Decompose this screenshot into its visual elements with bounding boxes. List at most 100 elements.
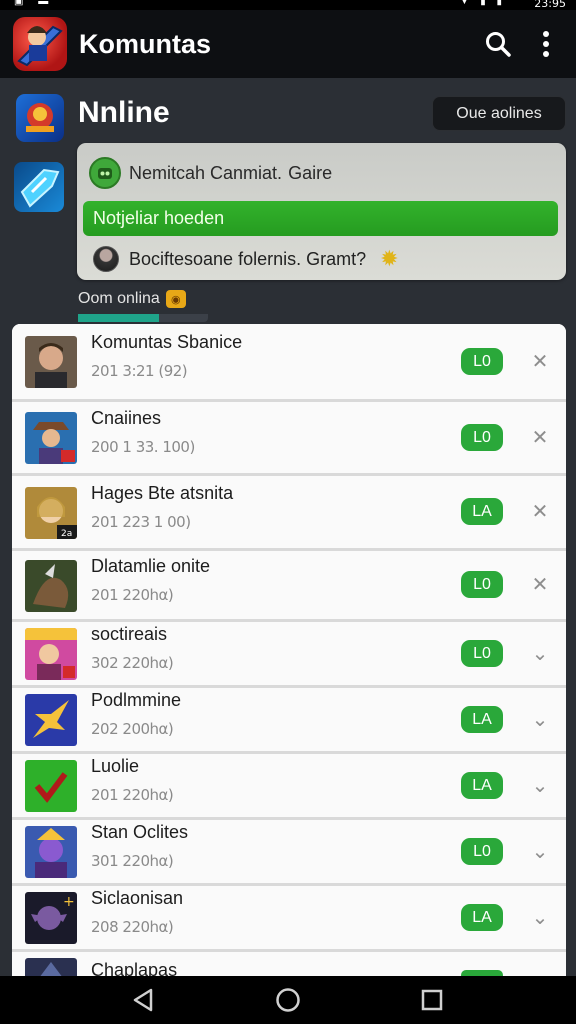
list-item[interactable]: Cnaiines 200 1 33. 100) L0 ✕: [12, 402, 566, 476]
status-badge[interactable]: LA: [461, 498, 503, 525]
dismiss-button[interactable]: ⌄: [526, 903, 554, 931]
game-name: Cnaiines: [91, 408, 162, 428]
svg-text:2a: 2a: [61, 529, 72, 539]
status-badge[interactable]: LA: [461, 904, 503, 931]
game-meta: 301 220hα): [91, 852, 174, 870]
notification-message: Bociftesoane folernis. Gramt? ✹: [93, 241, 399, 277]
game-name: Stan Oclites: [91, 822, 189, 842]
game-thumbnail: [25, 560, 77, 612]
dismiss-button[interactable]: ✕: [526, 497, 554, 525]
notification-sender: Nemitcah Canmiat.: [129, 162, 283, 183]
close-icon: ✕: [531, 573, 549, 596]
online-count: Oom onlina ◉: [78, 286, 186, 312]
close-icon: ✕: [531, 426, 549, 449]
list-item[interactable]: + Siclaonisan 208 220hα) LA ⌄: [12, 886, 566, 952]
notification-text: Bociftesoane folernis. Gramt?: [129, 248, 367, 269]
status-badge[interactable]: L0: [461, 838, 503, 865]
game-meta: 202 200hα): [91, 720, 174, 738]
search-button[interactable]: [476, 22, 520, 66]
game-name: Luolie: [91, 756, 140, 776]
section-title: Nnline: [78, 96, 170, 129]
game-name: Dlatamlie onite: [91, 556, 211, 576]
list-item[interactable]: Podlmmine 202 200hα) LA ⌄: [12, 688, 566, 754]
game-thumbnail: [25, 412, 77, 464]
status-badge[interactable]: L0: [461, 424, 503, 451]
app-logo[interactable]: [13, 17, 67, 71]
more-vert-icon: [543, 31, 549, 57]
close-icon: ⌄: [531, 708, 549, 731]
game-name: Chaplapas: [91, 960, 178, 976]
online-progress-bar: [78, 314, 208, 322]
dismiss-button[interactable]: ⌄: [526, 771, 554, 799]
search-icon: [486, 32, 511, 57]
dismiss-button[interactable]: ✕: [526, 969, 554, 977]
game-thumbnail: 2a: [25, 487, 77, 539]
game-thumbnail: [25, 958, 77, 976]
recents-button[interactable]: [416, 986, 448, 1014]
home-button[interactable]: [272, 986, 304, 1014]
dismiss-button[interactable]: ⌄: [526, 705, 554, 733]
avatar: [93, 246, 119, 272]
dismiss-button[interactable]: ⌄: [526, 639, 554, 667]
game-thumbnail: [25, 694, 77, 746]
game-meta: 302 220hα): [91, 654, 174, 672]
dismiss-button[interactable]: ✕: [526, 423, 554, 451]
list-item[interactable]: Dlatamlie onite 201 220hα) L0 ✕: [12, 551, 566, 622]
status-badge[interactable]: L0: [461, 640, 503, 667]
dismiss-button[interactable]: ⌄: [526, 837, 554, 865]
list-item[interactable]: Stan Oclites 301 220hα) L0 ⌄: [12, 820, 566, 886]
game-name: Podlmmine: [91, 690, 182, 710]
game-meta: 201 3:21 (92): [91, 362, 188, 380]
list-item[interactable]: Komuntas Sbanice 201 3:21 (92) L0 ✕: [12, 324, 566, 402]
close-icon: ✕: [531, 500, 549, 523]
notification-banner[interactable]: Notjeliar hoeden: [83, 201, 558, 236]
game-badge-icon[interactable]: [16, 94, 64, 142]
game-meta: 200 1 33. 100): [91, 438, 195, 456]
status-badge[interactable]: L0: [461, 571, 503, 598]
online-badge-icon: ◉: [165, 290, 186, 308]
game-thumbnail: [25, 336, 77, 388]
game-thumbnail: +: [25, 892, 77, 944]
game-thumbnail: [25, 760, 77, 812]
more-options-button[interactable]: [524, 22, 568, 66]
game-list: Komuntas Sbanice 201 3:21 (92) L0 ✕ Cnaiines…: [12, 324, 566, 976]
online-count-label: Oom onlina: [78, 290, 160, 307]
status-time: 23:95: [534, 0, 566, 10]
dismiss-button[interactable]: ✕: [526, 347, 554, 375]
notification-card[interactable]: Nemitcah Canmiat. Gaire Notjeliar hoeden…: [77, 143, 566, 280]
close-icon: ⌄: [531, 906, 549, 929]
game-thumbnail: [25, 826, 77, 878]
close-icon: ⌄: [531, 774, 549, 797]
game-name: Siclaonisan: [91, 888, 184, 908]
status-badge[interactable]: LA: [461, 772, 503, 799]
game-meta: 201 220hα): [91, 586, 174, 604]
app-title: Komuntas: [79, 28, 212, 59]
game-name: Komuntas Sbanice: [91, 332, 243, 352]
game-thumbnail: [25, 628, 77, 680]
game-meta: 208 220hα): [91, 918, 174, 936]
notification-icons: ▣ ▬: [14, 0, 55, 7]
online-filter-button[interactable]: Oue aolines: [432, 96, 566, 131]
navigation-bar: [0, 976, 576, 1024]
crystal-game-icon[interactable]: [14, 162, 64, 212]
game-name: Hages Bte atsnita: [91, 483, 234, 503]
game-name: soctireais: [91, 624, 168, 644]
signal-icons: ▼ ▮ ▮: [459, 0, 506, 7]
list-item[interactable]: soctireais 302 220hα) L0 ⌄: [12, 622, 566, 688]
app-bar: Komuntas: [0, 10, 576, 78]
dismiss-button[interactable]: ✕: [526, 570, 554, 598]
bot-icon: [89, 157, 121, 189]
notification-tag: Gaire: [288, 162, 333, 183]
close-icon: ✕: [531, 350, 549, 373]
list-item[interactable]: Chaplapas ✕: [12, 952, 566, 976]
home-icon: [276, 988, 300, 1012]
status-badge[interactable]: L0: [461, 348, 503, 375]
list-item[interactable]: 2a Hages Bte atsnita 201 223 1 00) LA ✕: [12, 476, 566, 551]
sun-icon: ✹: [380, 246, 399, 271]
status-badge[interactable]: LA: [461, 706, 503, 733]
back-button[interactable]: [127, 986, 159, 1014]
list-item[interactable]: Luolie 201 220hα) LA ⌄: [12, 754, 566, 820]
status-bar: ▣ ▬ ▼ ▮ ▮ 23:95: [0, 0, 576, 10]
back-icon: [133, 988, 153, 1012]
game-meta: 201 223 1 00): [91, 513, 191, 531]
